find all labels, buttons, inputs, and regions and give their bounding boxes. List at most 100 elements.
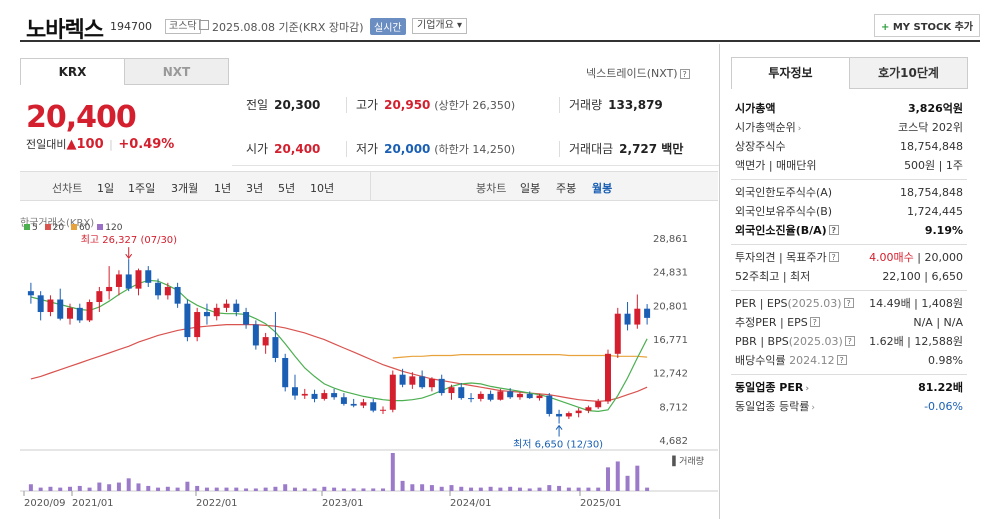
y-tick-label: 28,861 <box>653 234 688 245</box>
candle-body <box>262 337 269 346</box>
candle-body <box>282 357 289 388</box>
volume-bar <box>214 487 219 491</box>
volume-bar <box>517 487 522 491</box>
realtime-button[interactable]: 실시간 <box>370 18 406 35</box>
candle-body <box>497 391 504 400</box>
candle-body <box>546 395 553 414</box>
industry-section: 동일업종 PER › 81.22배 동일업종 등락률 › -0.06% <box>731 375 967 420</box>
volume-bar <box>420 484 425 491</box>
candle-body <box>575 410 582 414</box>
help-icon[interactable]: ? <box>679 69 690 79</box>
volume-bar <box>116 482 121 491</box>
volume-bar <box>263 487 268 491</box>
volume-bar <box>204 487 209 491</box>
info-row: 시가총액 3,826억원 <box>735 102 963 115</box>
volume-bar <box>596 487 601 491</box>
y-tick-label: 4,682 <box>659 436 688 447</box>
volume-bar <box>283 484 288 491</box>
candlestick-chart: 28,861 24,831 20,801 16,771 12,742 8,712 4,682… <box>20 234 718 509</box>
help-icon[interactable]: ? <box>844 336 855 346</box>
help-icon[interactable]: ? <box>809 317 820 327</box>
candle-body <box>340 397 347 404</box>
volume-bar <box>341 488 346 491</box>
period-3y[interactable]: 3년 <box>246 180 263 196</box>
volume-bar <box>469 487 474 491</box>
candle-body <box>174 286 181 304</box>
info-row[interactable]: 동일업종 등락률 › -0.06% <box>731 397 967 416</box>
valuation-section: PER | EPS(2025.03)? 14.49배 | 1,408원 추정PER… <box>731 291 967 375</box>
candle-weekly[interactable]: 주봉 <box>556 180 576 196</box>
volume-bar <box>390 453 395 491</box>
help-icon[interactable]: ? <box>843 298 854 308</box>
company-info-dropdown[interactable]: 기업개요 ▾ <box>412 18 468 34</box>
period-1y[interactable]: 1년 <box>214 180 231 196</box>
volume-bar <box>48 486 53 491</box>
market-tabs: KRX NXT <box>20 58 229 85</box>
volume-bar <box>332 487 337 491</box>
volume-bar <box>547 485 552 491</box>
chevron-down-icon: ▾ <box>457 20 463 31</box>
change-percent: +0.49% <box>118 137 175 152</box>
candle-body <box>428 378 435 388</box>
volume-bar <box>165 486 170 491</box>
candle-body <box>135 270 142 289</box>
candle-body <box>272 337 279 358</box>
candle-body <box>145 270 152 283</box>
nxt-link[interactable]: 넥스트레이드(NXT)? <box>586 65 690 81</box>
volume-bar <box>615 461 620 491</box>
candle-body <box>311 393 318 399</box>
volume-bar <box>302 488 307 491</box>
candle-body <box>184 303 191 338</box>
candle-body <box>556 413 563 417</box>
candle-body <box>37 295 44 313</box>
volume-bar <box>234 487 239 491</box>
period-3m[interactable]: 3개월 <box>171 180 198 196</box>
candle-body <box>536 395 543 399</box>
tab-invest-info[interactable]: 투자정보 <box>731 57 850 89</box>
volume-bar <box>488 486 493 491</box>
candle-body <box>477 393 484 399</box>
info-row: 추정PER | EPS? N/A | N/A <box>735 316 963 329</box>
y-tick-label: 8,712 <box>659 402 688 413</box>
volume-bar <box>97 482 102 491</box>
volume-bar <box>175 487 180 491</box>
candle-body <box>585 407 592 411</box>
candle-body <box>526 393 533 399</box>
tab-krx[interactable]: KRX <box>20 58 125 85</box>
price-change: 전일대비▲100 | +0.49% <box>26 137 175 152</box>
help-icon[interactable]: ? <box>836 355 847 365</box>
info-row[interactable]: 동일업종 PER › 81.22배 <box>731 378 967 397</box>
candle-monthly[interactable]: 월봉 <box>592 180 612 196</box>
volume-bar <box>136 483 141 491</box>
volume-bar <box>371 488 376 491</box>
volume-bar <box>498 487 503 491</box>
y-tick-label: 20,801 <box>653 301 688 312</box>
period-1d[interactable]: 1일 <box>97 180 114 196</box>
period-5y[interactable]: 5년 <box>278 180 295 196</box>
volume-bar <box>605 467 610 491</box>
candle-body <box>194 312 201 338</box>
help-icon[interactable]: ? <box>828 225 839 235</box>
volume-bar <box>244 488 249 491</box>
info-row[interactable]: 시가총액순위 › 코스닥 202위 <box>731 118 967 137</box>
help-icon[interactable]: ? <box>828 252 839 262</box>
tab-orderbook[interactable]: 호가10단계 <box>849 57 968 89</box>
candle-body <box>301 393 308 396</box>
volume-bar <box>77 485 82 491</box>
stat-prev: 전일 20,300 <box>246 98 321 112</box>
period-1w[interactable]: 1주일 <box>128 180 155 196</box>
y-tick-label: 12,742 <box>653 369 688 380</box>
date-basis: 2025.08.08 기준(KRX 장마감) <box>212 21 364 34</box>
x-tick-label: 2020/09 <box>24 498 66 509</box>
volume-bar <box>322 486 327 491</box>
price-box: 20,400 전일대비▲100 | +0.49% <box>20 86 230 166</box>
tab-nxt[interactable]: NXT <box>124 58 229 85</box>
candle-body <box>252 324 259 346</box>
volume-bar <box>195 485 200 491</box>
candle-daily[interactable]: 일봉 <box>520 180 540 196</box>
candle-body <box>487 393 494 400</box>
info-row: 외국인보유주식수(B) 1,724,445 <box>735 205 963 218</box>
period-10y[interactable]: 10년 <box>310 180 334 196</box>
mystock-add-button[interactable]: + MY STOCK 추가 <box>873 14 980 37</box>
candle-body <box>27 291 34 296</box>
